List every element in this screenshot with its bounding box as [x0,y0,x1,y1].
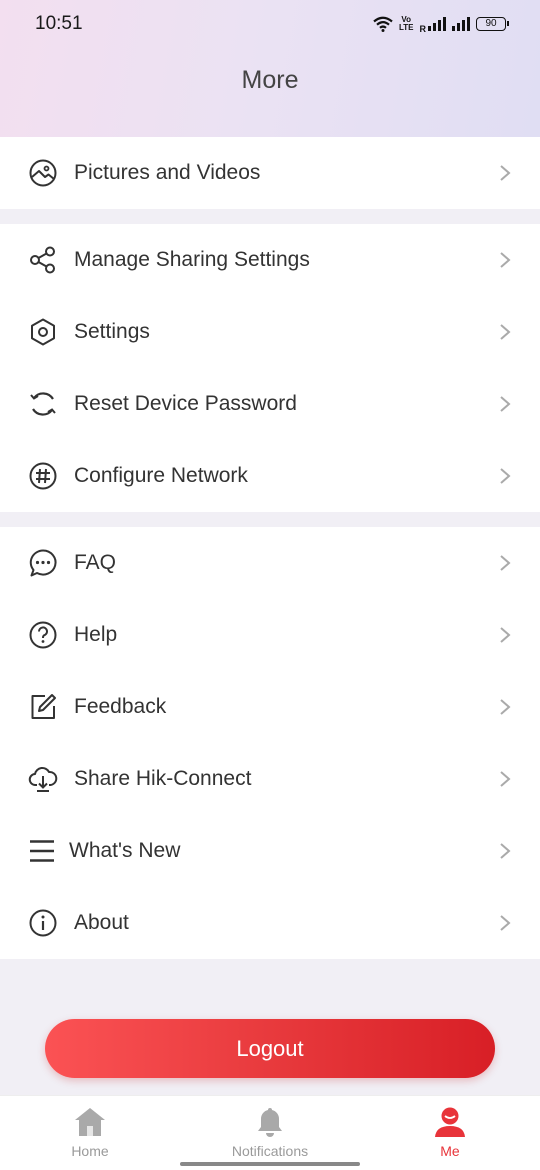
chevron-right-icon [500,843,511,859]
menu-item-manage-sharing-settings[interactable]: Manage Sharing Settings [0,224,540,296]
home-icon [75,1108,105,1136]
menu-item-help[interactable]: Help [0,599,540,671]
menu-item-label: What's New [69,839,181,862]
tab-label: Notifications [231,1143,309,1159]
home-indicator[interactable] [180,1162,360,1166]
reset-icon [30,392,56,416]
tab-me[interactable]: Me [390,1096,510,1170]
menu-item-label: Reset Device Password [74,392,297,415]
menu-item-label: Feedback [74,695,167,718]
chevron-right-icon [500,324,511,340]
chevron-right-icon [500,396,511,412]
menu-group-device: Manage Sharing Settings Settings Reset D… [0,224,540,512]
menu-item-label: Help [74,623,118,646]
tab-home[interactable]: Home [30,1096,150,1170]
bottom-tab-bar: Home Notifications Me [0,1095,540,1170]
menu-lines-icon [30,840,54,862]
page-title: More [241,66,299,94]
edit-square-icon [31,694,56,719]
network-icon [29,462,57,490]
menu-item-pictures-and-videos[interactable]: Pictures and Videos [0,137,540,209]
tab-label: Me [440,1143,460,1159]
status-icons: Vo LTE R 90 [373,14,509,34]
tab-label: Home [71,1143,109,1159]
battery-indicator: 90 [476,17,509,31]
signal-icon-2 [452,17,470,31]
roaming-label: R [419,24,427,34]
person-icon [435,1107,465,1137]
wifi-icon [373,16,393,32]
menu-group-support: FAQ Help Feedback Share Hik-Connect What… [0,527,540,959]
tab-notifications[interactable]: Notifications [210,1096,330,1170]
hexagon-settings-icon [31,318,55,346]
chevron-right-icon [500,468,511,484]
menu-item-label: Settings [74,320,150,343]
image-icon [29,159,57,187]
menu-item-faq[interactable]: FAQ [0,527,540,599]
signal-icon-1 [428,17,446,31]
info-circle-icon [29,909,57,937]
bell-icon [258,1108,282,1137]
menu-item-feedback[interactable]: Feedback [0,671,540,743]
chevron-right-icon [500,699,511,715]
logout-button[interactable]: Logout [45,1019,495,1078]
volte-bottom: LTE [398,23,414,32]
chevron-right-icon [500,252,511,268]
status-bar: 10:51 Vo LTE R 90 [0,0,540,48]
share-icon [30,246,55,274]
cloud-download-icon [28,766,58,792]
menu-item-reset-device-password[interactable]: Reset Device Password [0,368,540,440]
menu-item-share-hik-connect[interactable]: Share Hik-Connect [0,743,540,815]
menu-item-whats-new[interactable]: What's New [0,815,540,887]
menu-item-label: Share Hik-Connect [74,767,252,790]
chevron-right-icon [500,165,511,181]
menu-item-label: FAQ [74,551,117,574]
menu-item-label: About [74,911,129,934]
chevron-right-icon [500,915,511,931]
menu-item-label: Manage Sharing Settings [74,248,310,271]
menu-item-configure-network[interactable]: Configure Network [0,440,540,512]
chevron-right-icon [500,771,511,787]
volte-indicator: Vo LTE [399,16,414,32]
status-time: 10:51 [35,13,83,34]
menu-item-about[interactable]: About [0,887,540,959]
menu-item-label: Configure Network [74,464,248,487]
chevron-right-icon [500,555,511,571]
menu-group-media: Pictures and Videos [0,137,540,209]
menu-item-settings[interactable]: Settings [0,296,540,368]
menu-item-label: Pictures and Videos [74,161,261,184]
chevron-right-icon [500,627,511,643]
chat-bubble-icon [29,549,57,577]
question-circle-icon [29,621,57,649]
